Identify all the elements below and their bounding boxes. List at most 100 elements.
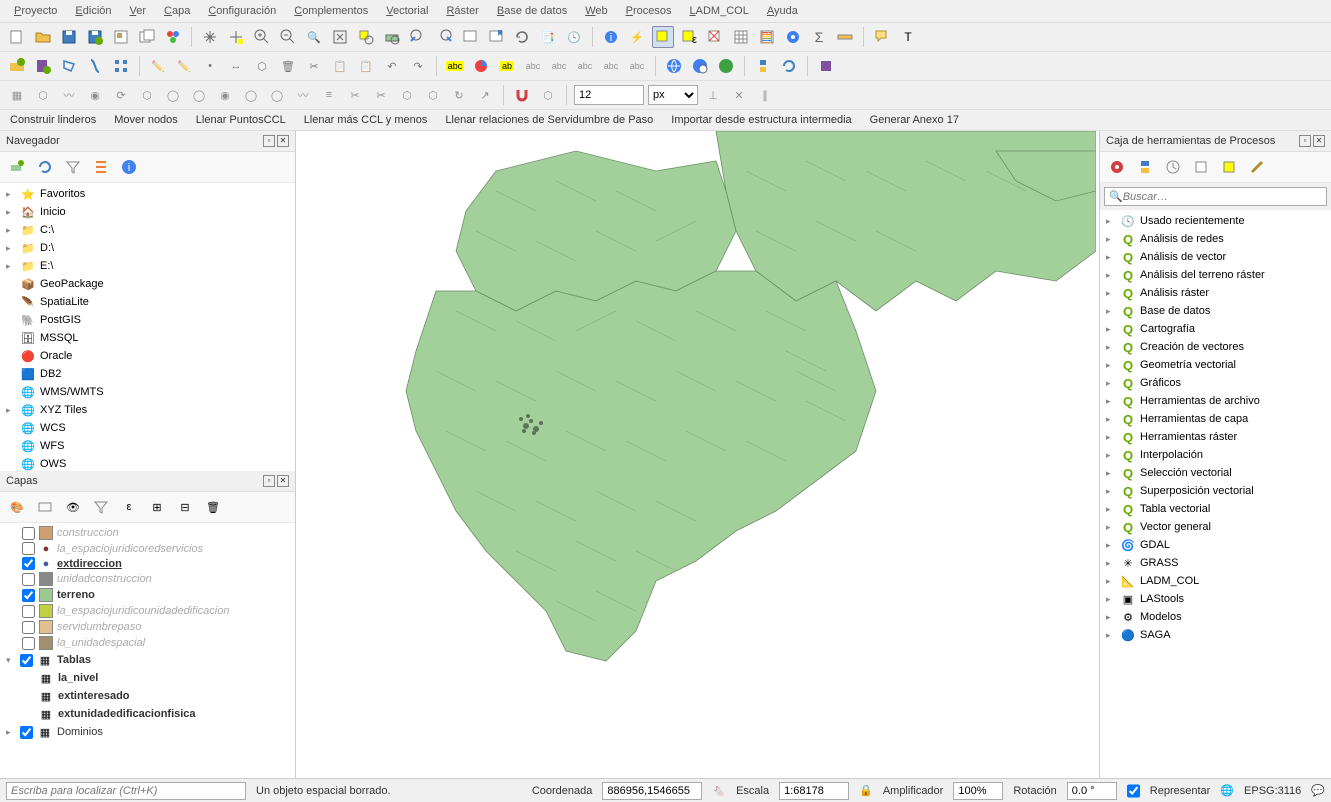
ladm-action[interactable]: Importar desde estructura intermedia: [671, 114, 851, 126]
nav-item[interactable]: 📦GeoPackage: [2, 275, 293, 293]
action-icon[interactable]: ⚡: [626, 26, 648, 48]
add-feature-icon[interactable]: •: [199, 55, 221, 77]
paste-icon[interactable]: 📋: [355, 55, 377, 77]
expand-arrow[interactable]: ▸: [1106, 612, 1116, 623]
expand-arrow[interactable]: ▸: [6, 405, 16, 416]
layer-checkbox[interactable]: [20, 654, 33, 667]
expand-arrow[interactable]: ▸: [6, 727, 16, 738]
ladm-action[interactable]: Generar Anexo 17: [870, 114, 959, 126]
refresh-browser-icon[interactable]: [34, 156, 56, 178]
render-checkbox[interactable]: [1127, 782, 1140, 800]
expand-arrow[interactable]: ▸: [1106, 576, 1116, 587]
map-canvas[interactable]: [296, 131, 1099, 778]
zoom-full-icon[interactable]: [329, 26, 351, 48]
label-tool-icon[interactable]: abc: [444, 55, 466, 77]
refresh-icon[interactable]: [511, 26, 533, 48]
pan-selection-icon[interactable]: [225, 26, 247, 48]
processing-item[interactable]: ▸QAnálisis de redes: [1102, 230, 1329, 248]
temporal-icon[interactable]: 🕓: [563, 26, 585, 48]
expand-arrow[interactable]: ▸: [6, 261, 16, 272]
zoom-last-icon[interactable]: [407, 26, 429, 48]
ladm-action[interactable]: Construir linderos: [10, 114, 96, 126]
filter-legend-icon[interactable]: [90, 496, 112, 518]
split-icon[interactable]: ✂: [344, 84, 366, 106]
menu-base de datos[interactable]: Base de datos: [489, 2, 575, 20]
spin-input[interactable]: [574, 85, 644, 105]
processing-item[interactable]: ▸✳GRASS: [1102, 554, 1329, 572]
zoom-in-icon[interactable]: [251, 26, 273, 48]
filter-browser-icon[interactable]: [62, 156, 84, 178]
layer-item[interactable]: ▦extunidadedificacionfisica: [2, 705, 293, 723]
cad-close-icon[interactable]: ✕: [728, 84, 750, 106]
processing-search[interactable]: 🔍: [1104, 187, 1327, 206]
script-icon[interactable]: [1134, 156, 1156, 178]
ladm-action[interactable]: Llenar relaciones de Servidumbre de Paso: [445, 114, 653, 126]
measure-icon[interactable]: [834, 26, 856, 48]
menu-configuración[interactable]: Configuración: [200, 2, 284, 20]
layer-checkbox[interactable]: [22, 542, 35, 555]
layer-item[interactable]: ▸▦Dominios: [2, 723, 293, 741]
nav-item[interactable]: 🌐WMS/WMTS: [2, 383, 293, 401]
rot-input[interactable]: [1067, 782, 1117, 800]
delete-ring-icon[interactable]: ◯: [240, 84, 262, 106]
trace-icon[interactable]: 〰: [58, 84, 80, 106]
reload-plugins-icon[interactable]: [778, 55, 800, 77]
expand-arrow[interactable]: ▸: [6, 225, 16, 236]
deselect-icon[interactable]: [704, 26, 726, 48]
layer-checkbox[interactable]: [22, 589, 35, 602]
zoom-next-icon[interactable]: [433, 26, 455, 48]
redo-icon[interactable]: ↷: [407, 55, 429, 77]
expand-arrow[interactable]: ▸: [1106, 594, 1116, 605]
layer-item[interactable]: terreno: [2, 587, 293, 603]
menu-complementos[interactable]: Complementos: [286, 2, 376, 20]
move-feature-icon[interactable]: ↔: [225, 55, 247, 77]
merge-icon[interactable]: ⬡: [396, 84, 418, 106]
save-icon[interactable]: [58, 26, 80, 48]
visibility-icon[interactable]: 👁: [62, 496, 84, 518]
processing-item[interactable]: ▸QAnálisis ráster: [1102, 284, 1329, 302]
expand-arrow[interactable]: ▸: [1106, 630, 1116, 641]
layer-checkbox[interactable]: [22, 557, 35, 570]
processing-item[interactable]: ▸QCreación de vectores: [1102, 338, 1329, 356]
processing-item[interactable]: ▸QHerramientas de capa: [1102, 410, 1329, 428]
layout-icon[interactable]: [110, 26, 132, 48]
pin-label-icon[interactable]: abc: [522, 55, 544, 77]
save-edits-icon[interactable]: ✏️: [173, 55, 195, 77]
lock-icon[interactable]: 🔒: [859, 784, 873, 797]
snap-icon[interactable]: ⬡: [32, 84, 54, 106]
results-icon[interactable]: [1190, 156, 1212, 178]
reshape-icon[interactable]: 〰: [292, 84, 314, 106]
fill-ring-icon[interactable]: ◉: [214, 84, 236, 106]
options-icon[interactable]: [1246, 156, 1268, 178]
offset-point-icon[interactable]: ↗: [474, 84, 496, 106]
add-part-icon[interactable]: ◯: [188, 84, 210, 106]
navigator-tree[interactable]: ▸⭐Favoritos▸🏠Inicio▸📁C:\▸📁D:\▸📁E:\📦GeoPa…: [0, 183, 295, 471]
topo-edit-icon[interactable]: ⬡: [537, 84, 559, 106]
add-layer-icon[interactable]: [6, 156, 28, 178]
digitize-icon[interactable]: ▦: [6, 84, 28, 106]
layer-checkbox[interactable]: [22, 621, 35, 634]
qms-search-icon[interactable]: [689, 55, 711, 77]
expand-arrow[interactable]: ▸: [1106, 468, 1116, 479]
new-geopackage-icon[interactable]: [32, 55, 54, 77]
nav-item[interactable]: 🔴Oracle: [2, 347, 293, 365]
processing-item[interactable]: ▸QSelección vectorial: [1102, 464, 1329, 482]
processing-item[interactable]: ▸🔵SAGA: [1102, 626, 1329, 644]
layer-checkbox[interactable]: [22, 573, 35, 586]
attribute-table-icon[interactable]: [730, 26, 752, 48]
simplify-icon[interactable]: ⬡: [136, 84, 158, 106]
model-icon[interactable]: [1106, 156, 1128, 178]
menu-vectorial[interactable]: Vectorial: [378, 2, 436, 20]
processing-tree[interactable]: ▸🕓Usado recientemente▸QAnálisis de redes…: [1100, 210, 1331, 778]
properties-icon[interactable]: i: [118, 156, 140, 178]
processing-item[interactable]: ▸QInterpolación: [1102, 446, 1329, 464]
menu-ver[interactable]: Ver: [122, 2, 155, 20]
python-icon[interactable]: [752, 55, 774, 77]
layer-checkbox[interactable]: [22, 605, 35, 618]
new-shapefile-icon[interactable]: [58, 55, 80, 77]
new-bookmark-icon[interactable]: [485, 26, 507, 48]
identify-icon[interactable]: i: [600, 26, 622, 48]
processing-item[interactable]: ▸QGráficos: [1102, 374, 1329, 392]
collapse-all-icon[interactable]: [90, 156, 112, 178]
menu-ladm_col[interactable]: LADM_COL: [682, 2, 757, 20]
